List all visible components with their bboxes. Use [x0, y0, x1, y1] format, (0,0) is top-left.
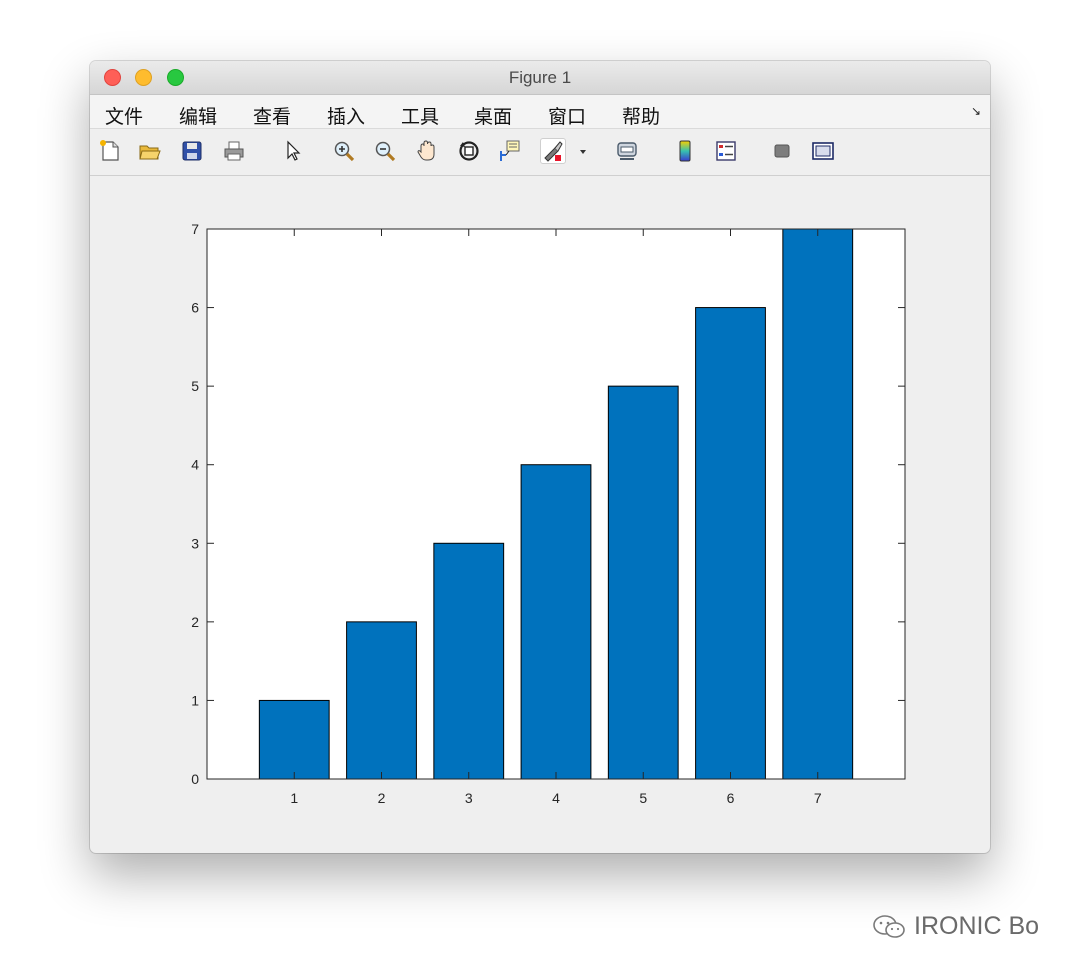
x-tick-label: 6 — [727, 790, 735, 806]
y-tick-label: 4 — [191, 457, 199, 473]
bar-chart: 1 2 3 4 5 6 7 0 1 2 3 4 5 6 7 — [191, 221, 906, 806]
bar-1 — [258, 699, 330, 780]
y-tick-label: 1 — [191, 692, 199, 708]
watermark: IRONIC Bo — [872, 912, 1039, 941]
x-tick-label: 3 — [465, 790, 473, 806]
bar-7 — [782, 228, 854, 780]
y-tick-label: 2 — [191, 614, 199, 630]
y-tick-label: 3 — [191, 535, 199, 551]
x-tick-label: 1 — [290, 790, 298, 806]
y-tick-label: 5 — [191, 378, 199, 394]
y-tick-label: 6 — [191, 300, 199, 316]
y-tick-label: 0 — [191, 771, 199, 787]
watermark-text: IRONIC Bo — [914, 912, 1040, 940]
bar-3 — [433, 542, 505, 780]
y-tick-label: 7 — [191, 221, 199, 237]
x-tick-label: 5 — [639, 790, 647, 806]
bar-2 — [346, 621, 417, 780]
bar-5 — [607, 385, 679, 780]
bar-4 — [520, 464, 592, 780]
x-tick-label: 2 — [378, 790, 386, 806]
x-tick-label: 4 — [552, 790, 560, 806]
wechat-icon — [873, 914, 905, 938]
bar-6 — [695, 307, 766, 780]
x-tick-label: 7 — [814, 790, 822, 806]
